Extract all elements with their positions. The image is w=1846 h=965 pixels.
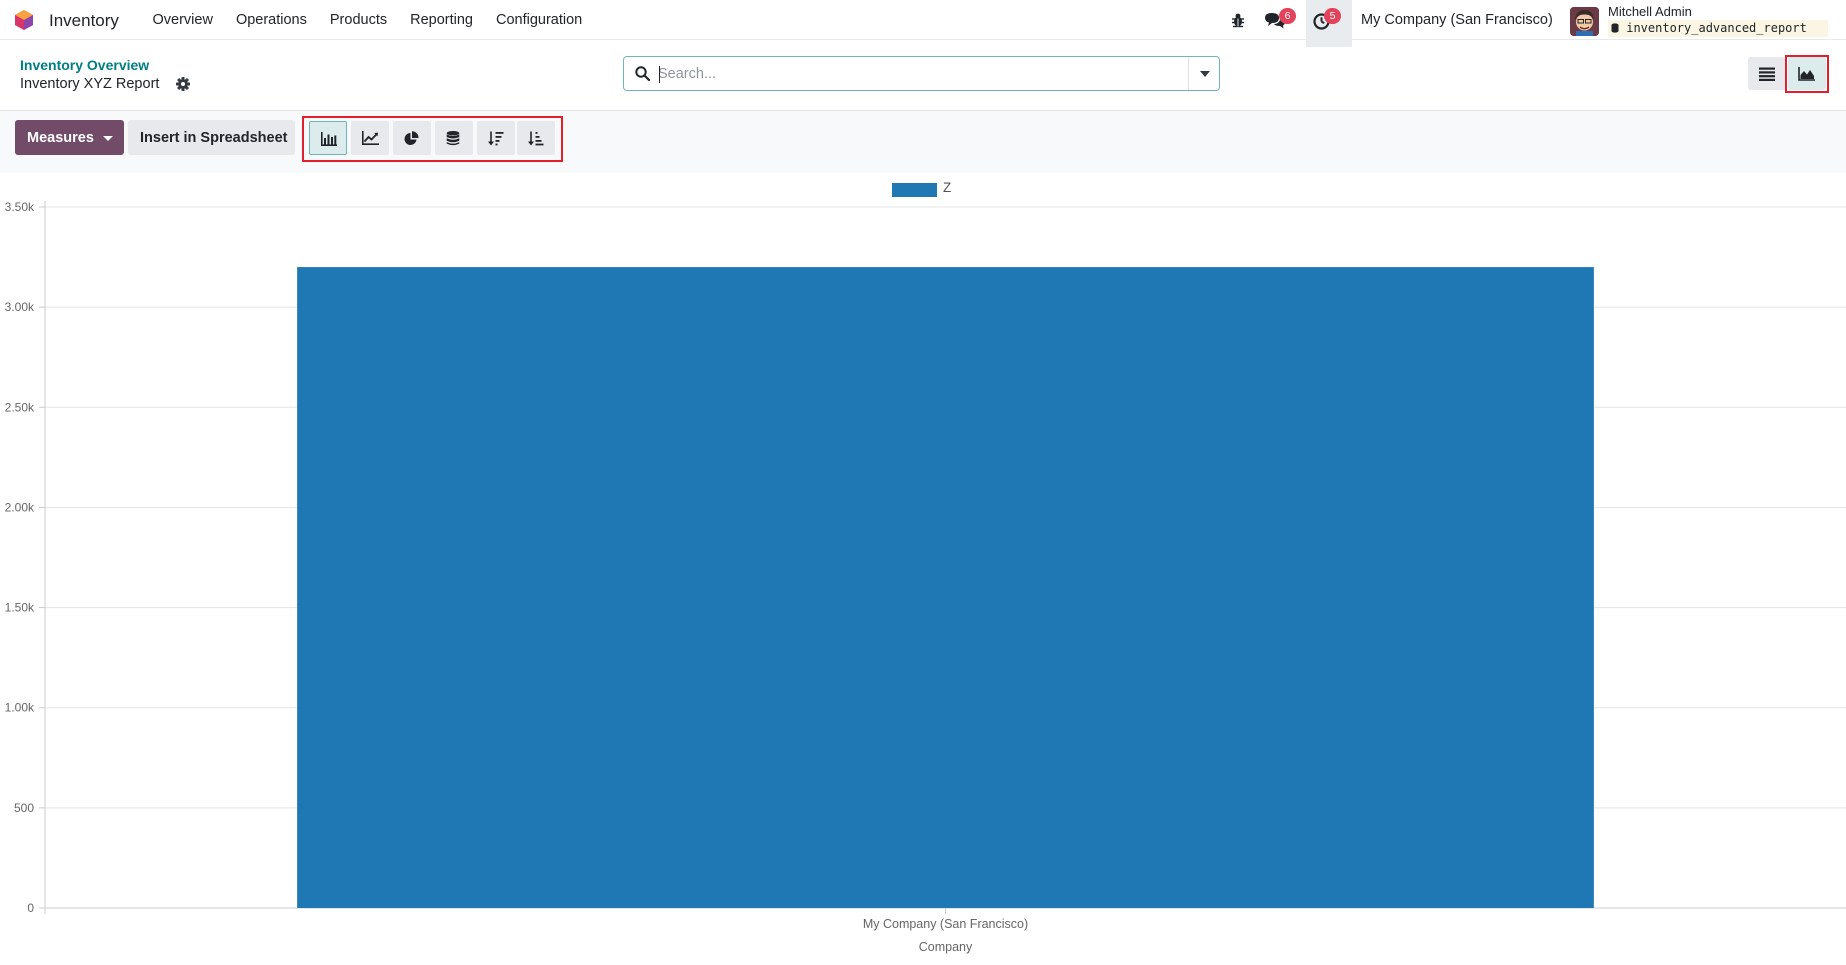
main-menu: Overview Operations Products Reporting C… [141, 0, 594, 40]
top-navbar: Inventory Overview Operations Products R… [0, 0, 1846, 47]
messages-badge: 6 [1279, 8, 1296, 24]
y-tick-label: 3.50k [5, 200, 35, 214]
y-tick-label: 0 [27, 901, 34, 915]
gear-icon[interactable] [176, 77, 190, 91]
menu-products[interactable]: Products [318, 0, 398, 40]
database-tag: inventory_advanced_report [1608, 20, 1828, 37]
caret-down-icon [103, 136, 113, 141]
company-switcher[interactable]: My Company (San Francisco) [1361, 12, 1553, 28]
breadcrumb-inventory-overview[interactable]: Inventory Overview [20, 57, 149, 73]
measures-label: Measures [27, 130, 94, 146]
menu-reporting[interactable]: Reporting [399, 0, 485, 40]
user-name[interactable]: Mitchell Admin [1608, 4, 1692, 19]
bar-z-0[interactable] [297, 267, 1594, 909]
bar-chart: 0 500 1.00k 1.50k 2.00k 2.50k 3.00k 3.50k My Com… [5, 200, 1846, 954]
list-icon [1759, 67, 1775, 81]
measures-button[interactable]: Measures [15, 120, 124, 155]
insert-in-spreadsheet-button[interactable]: Insert in Spreadsheet [128, 120, 295, 155]
insert-label: Insert in Spreadsheet [140, 130, 288, 146]
y-tick-label: 1.00k [5, 701, 35, 715]
database-name: inventory_advanced_report [1626, 21, 1807, 35]
highlight-chart-buttons [302, 116, 563, 162]
text-cursor [659, 66, 660, 83]
debug-bug-icon[interactable] [1230, 12, 1246, 28]
activities-badge: 5 [1324, 8, 1341, 24]
x-tick-label: My Company (San Francisco) [863, 917, 1028, 931]
y-tick-label: 500 [14, 801, 34, 815]
database-icon [1611, 23, 1619, 33]
highlight-graph-view [1785, 55, 1829, 93]
menu-overview[interactable]: Overview [141, 0, 224, 40]
caret-down-icon [1200, 71, 1210, 77]
search-bar [623, 56, 1220, 91]
app-name[interactable]: Inventory [49, 11, 119, 31]
user-avatar[interactable] [1570, 7, 1599, 36]
menu-configuration[interactable]: Configuration [484, 0, 593, 40]
y-tick-label: 2.50k [5, 400, 35, 414]
bars [297, 267, 1594, 909]
y-tick-label: 3.00k [5, 300, 35, 314]
x-axis-title: Company [919, 940, 973, 954]
list-view-button[interactable] [1748, 57, 1786, 90]
y-tick-label: 2.00k [5, 500, 35, 514]
avatar-image [1570, 7, 1599, 36]
y-tick-label: 1.50k [5, 601, 35, 615]
menu-operations[interactable]: Operations [224, 0, 318, 40]
search-icon [635, 66, 650, 81]
search-input[interactable] [658, 61, 1198, 86]
inventory-app-icon[interactable] [14, 10, 34, 30]
search-options-toggle[interactable] [1188, 57, 1219, 90]
page-title: Inventory XYZ Report [20, 76, 160, 92]
